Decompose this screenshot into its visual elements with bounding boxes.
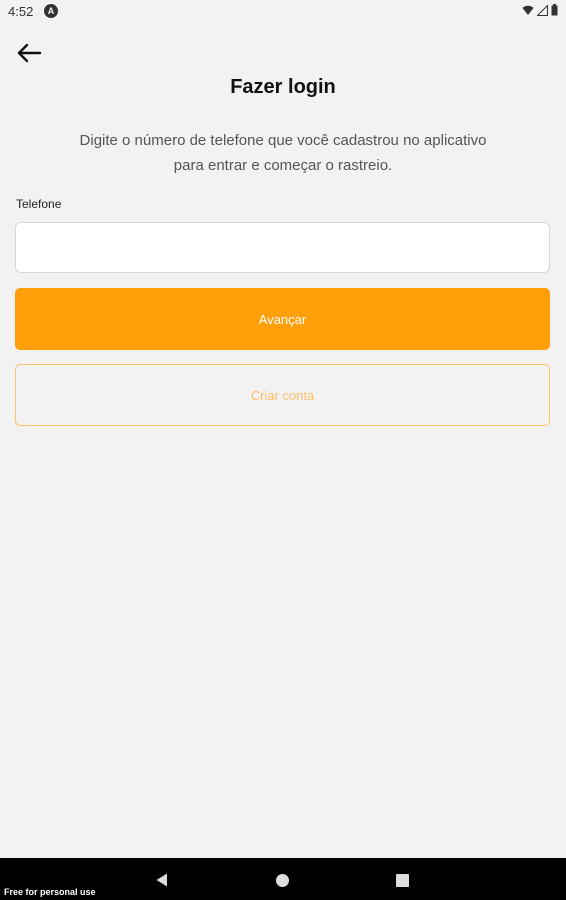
battery-icon (551, 4, 558, 16)
create-account-button[interactable]: Criar conta (15, 364, 550, 426)
notification-app-icon: A (44, 4, 58, 18)
signal-icon (537, 4, 548, 16)
nav-recents-icon[interactable] (396, 874, 409, 887)
status-bar: 4:52 A (0, 0, 566, 24)
navigation-bar: Free for personal use (0, 858, 566, 900)
nav-back-icon[interactable] (156, 873, 168, 892)
page-title: Fazer login (230, 76, 336, 98)
status-icons (522, 4, 558, 16)
nav-home-icon[interactable] (276, 874, 289, 887)
next-button[interactable]: Avançar (15, 288, 550, 350)
back-button[interactable] (14, 40, 44, 66)
description-text: Digite o número de telefone que você cad… (40, 128, 526, 178)
arrow-left-icon (14, 43, 44, 70)
watermark-text: Free for personal use (4, 887, 96, 897)
description-line: Digite o número de telefone que você cad… (79, 132, 487, 149)
phone-label: Telefone (16, 197, 62, 211)
description-line: para entrar e começar o rastreio. (173, 157, 393, 174)
phone-input[interactable] (15, 222, 550, 273)
status-time: 4:52 (8, 4, 34, 19)
wifi-icon (522, 5, 534, 16)
